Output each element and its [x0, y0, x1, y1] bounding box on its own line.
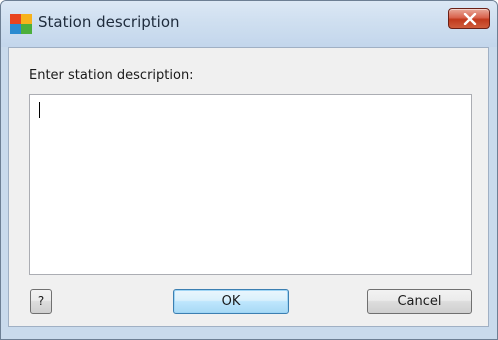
station-description-input[interactable]	[29, 94, 472, 275]
description-prompt-label: Enter station description:	[29, 68, 194, 83]
dialog-body: Enter station description: ? OK Cancel	[8, 47, 489, 327]
text-caret	[39, 102, 40, 118]
ok-button[interactable]: OK	[173, 289, 289, 314]
dialog-window: Station description Enter station descri…	[0, 0, 498, 340]
avg-logo-icon	[10, 14, 32, 34]
window-title: Station description	[38, 13, 180, 31]
help-button[interactable]: ?	[30, 289, 52, 314]
cancel-button[interactable]: Cancel	[367, 289, 472, 314]
title-bar[interactable]: Station description	[1, 1, 497, 47]
close-button[interactable]	[448, 8, 490, 29]
close-icon	[463, 13, 477, 25]
